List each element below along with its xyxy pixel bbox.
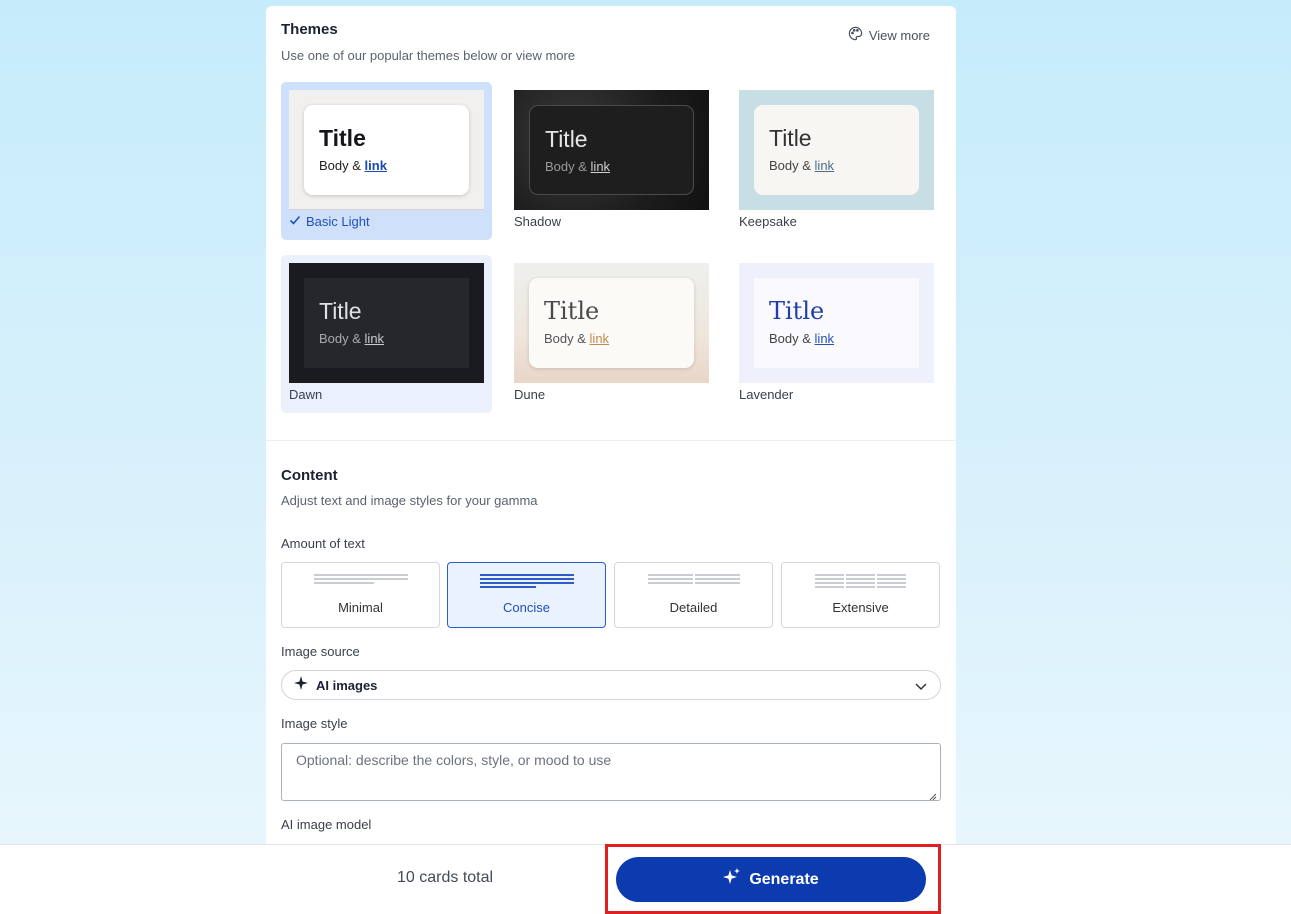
detailed-text-icon — [615, 574, 772, 584]
amount-option-minimal[interactable]: Minimal — [281, 562, 440, 628]
image-style-label: Image style — [281, 716, 348, 731]
concise-text-icon — [448, 574, 605, 588]
theme-preview: Title Body & link — [289, 263, 484, 383]
amount-option-concise[interactable]: Concise — [447, 562, 606, 628]
cards-total-count: 10 cards total — [397, 869, 494, 886]
minimal-text-icon — [282, 574, 439, 584]
preview-body: Body & link — [545, 159, 611, 174]
preview-body: Body & link — [319, 158, 387, 173]
theme-card-dune[interactable]: Title Body & link Dune — [506, 255, 717, 413]
settings-panel: Themes Use one of our popular themes bel… — [266, 6, 956, 856]
check-icon — [289, 214, 301, 229]
amount-option-detailed[interactable]: Detailed — [614, 562, 773, 628]
theme-preview: Title Body & link — [739, 90, 934, 210]
preview-title: Title — [544, 297, 600, 325]
theme-card-basic-light[interactable]: Title Body & link Basic Light — [281, 82, 492, 240]
palette-icon — [848, 26, 863, 44]
resize-handle-icon[interactable] — [927, 788, 937, 801]
preview-title: Title — [545, 126, 588, 152]
theme-preview: Title Body & link — [514, 263, 709, 383]
preview-title: Title — [769, 297, 825, 325]
preview-body: Body & link — [769, 158, 835, 173]
amount-option-label: Minimal — [338, 600, 383, 615]
content-title: Content — [281, 467, 338, 484]
sparkles-icon — [723, 868, 741, 891]
image-source-label: Image source — [281, 644, 360, 659]
themes-subtitle: Use one of our popular themes below or v… — [281, 48, 576, 63]
preview-body: Body & link — [769, 331, 835, 346]
preview-body: Body & link — [319, 331, 385, 346]
theme-preview: Title Body & link — [514, 90, 709, 210]
amount-option-label: Extensive — [832, 600, 889, 615]
theme-label: Dune — [514, 387, 546, 402]
amount-option-label: Detailed — [669, 600, 718, 615]
theme-label: Lavender — [739, 387, 794, 402]
amount-option-extensive[interactable]: Extensive — [781, 562, 940, 628]
theme-card-keepsake[interactable]: Title Body & link Keepsake — [731, 82, 942, 240]
image-source-value: AI images — [316, 677, 378, 693]
theme-label: Keepsake — [739, 214, 797, 229]
view-more-label: View more — [868, 27, 930, 43]
footer-bar: 10 cards total Generate — [0, 844, 1291, 914]
theme-preview: Title Body & link — [739, 263, 934, 383]
theme-card-lavender[interactable]: Title Body & link Lavender — [731, 255, 942, 413]
theme-card-shadow[interactable]: Title Body & link Shadow — [506, 82, 717, 240]
theme-label: Shadow — [514, 214, 561, 229]
section-divider — [266, 440, 956, 441]
generate-label: Generate — [749, 870, 819, 888]
themes-title: Themes — [281, 21, 338, 38]
preview-body: Body & link — [544, 331, 610, 346]
sparkle-icon — [294, 675, 308, 695]
ai-image-model-label: AI image model — [281, 817, 372, 832]
image-style-input[interactable] — [281, 743, 941, 801]
generate-button[interactable]: Generate — [616, 857, 926, 902]
chevron-down-icon — [914, 679, 928, 693]
image-source-select[interactable]: AI images — [281, 670, 941, 700]
theme-label: Basic Light — [289, 214, 370, 229]
amount-of-text-label: Amount of text — [281, 536, 365, 551]
content-subtitle: Adjust text and image styles for your ga… — [281, 493, 538, 508]
theme-label: Dawn — [289, 387, 323, 402]
extensive-text-icon — [782, 574, 939, 588]
theme-preview: Title Body & link — [289, 90, 484, 210]
preview-title: Title — [769, 125, 812, 151]
preview-title: Title — [319, 125, 366, 151]
view-more-button[interactable]: View more — [848, 26, 930, 44]
amount-option-label: Concise — [503, 600, 550, 615]
theme-card-dawn[interactable]: Title Body & link Dawn — [281, 255, 492, 413]
preview-title: Title — [319, 298, 362, 324]
